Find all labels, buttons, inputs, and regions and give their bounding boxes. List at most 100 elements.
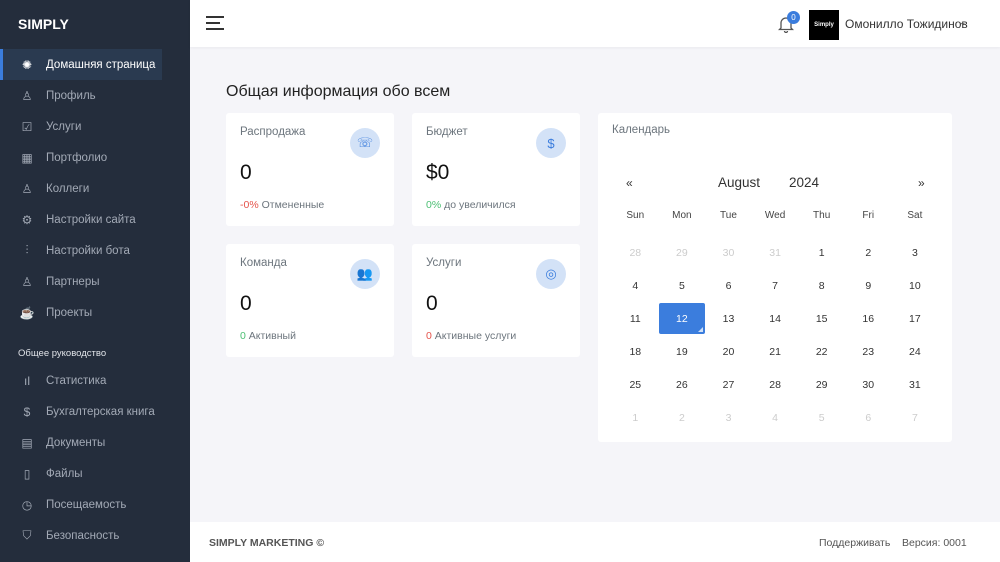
calendar-day[interactable]: 30 (705, 236, 752, 269)
nav-icon: ♙ (21, 274, 33, 289)
calendar-day[interactable]: 7 (892, 401, 939, 434)
card-value: 0 (426, 292, 438, 315)
nav-icon: ▦ (21, 150, 33, 165)
sidebar-item[interactable]: ▤ Документы (0, 427, 162, 458)
card-value: $0 (426, 161, 450, 184)
calendar-day[interactable]: 1 (612, 401, 659, 434)
calendar-day[interactable]: 20 (705, 335, 752, 368)
weekday-label: Sat (907, 209, 923, 221)
calendar-day[interactable]: 31 (752, 236, 799, 269)
nav-icon: ☕ (19, 305, 35, 320)
calendar-day[interactable]: 28 (612, 236, 659, 269)
calendar-day[interactable]: 26 (659, 368, 706, 401)
calendar-day[interactable]: 8 (798, 269, 845, 302)
sidebar-item[interactable]: ıl Статистика (0, 365, 162, 396)
stat-card: Команда 👥 0 0 Активный (226, 244, 394, 357)
calendar-day[interactable]: 2 (659, 401, 706, 434)
nav-icon: ☑ (21, 119, 33, 134)
calendar-day[interactable]: 6 (705, 269, 752, 302)
support-link[interactable]: Поддерживать (819, 537, 890, 549)
chevron-down-icon[interactable]: ⌄ (959, 17, 967, 28)
calendar-day[interactable]: 29 (659, 236, 706, 269)
footer-brand: SIMPLY MARKETING © (209, 537, 325, 549)
card-label: Команда (240, 257, 287, 269)
weekday-label: Wed (764, 209, 786, 221)
sidebar-item[interactable]: ⛉ Безопасность (0, 520, 162, 551)
sidebar-item[interactable]: ☑ Услуги (0, 111, 162, 142)
calendar-day[interactable]: 18 (612, 335, 659, 368)
card-note: Активный (248, 330, 296, 342)
calendar-day[interactable]: 3 (705, 401, 752, 434)
calendar-label: Календарь (612, 124, 671, 136)
sidebar-item-label: Услуги (46, 120, 82, 133)
calendar-day[interactable]: 5 (659, 269, 706, 302)
nav-icon: ♙ (21, 181, 33, 196)
calendar-day[interactable]: 10 (892, 269, 939, 302)
calendar-day[interactable]: 30 (845, 368, 892, 401)
calendar-day[interactable]: 6 (845, 401, 892, 434)
calendar-day[interactable]: 29 (798, 368, 845, 401)
sidebar-item[interactable]: ⚙ Настройки сайта (0, 204, 162, 235)
calendar-day[interactable]: 21 (752, 335, 799, 368)
sidebar-item[interactable]: ✺ Домашняя страница (0, 49, 162, 80)
sidebar-item[interactable]: ◷ Посещаемость (0, 489, 162, 520)
sidebar-item[interactable]: $ Бухгалтерская книга (0, 396, 162, 427)
calendar-day[interactable]: 5 (798, 401, 845, 434)
card-delta: 0% (426, 199, 442, 211)
card-note: до увеличился (444, 199, 516, 211)
weekday-label: Sun (626, 209, 645, 221)
sidebar-item[interactable]: ♙ Коллеги (0, 173, 162, 204)
calendar-day[interactable]: 27 (705, 368, 752, 401)
calendar-day[interactable]: 24 (892, 335, 939, 368)
year-select[interactable]: 2024 (789, 175, 819, 190)
calendar-day[interactable]: 1 (798, 236, 845, 269)
nav-icon: ♙ (21, 88, 33, 103)
notification-badge: 0 (787, 11, 800, 24)
topbar: 0 Simply Омонилло Тожидинов ⌄ (190, 0, 1000, 47)
sidebar-item[interactable]: ⫶ Настройки бота (0, 235, 162, 266)
card-value: 0 (240, 292, 252, 315)
calendar-day[interactable]: 2 (845, 236, 892, 269)
menu-toggle-icon[interactable] (206, 16, 224, 30)
avatar[interactable]: Simply (809, 10, 839, 40)
calendar-day[interactable]: 13 (705, 302, 752, 335)
calendar-day[interactable]: 16 (845, 302, 892, 335)
calendar-day[interactable]: 12 (658, 303, 706, 334)
calendar-day[interactable]: 25 (612, 368, 659, 401)
nav-icon: ⫶ (25, 243, 29, 257)
card-value: 0 (240, 161, 252, 184)
sidebar-item-label: Посещаемость (46, 498, 127, 511)
weekday-label: Fri (862, 209, 875, 221)
calendar-day[interactable]: 11 (612, 302, 659, 335)
calendar-day[interactable]: 19 (659, 335, 706, 368)
calendar-day[interactable]: 4 (752, 401, 799, 434)
calendar-day[interactable]: 4 (612, 269, 659, 302)
calendar-day[interactable]: 31 (892, 368, 939, 401)
card-delta: 0 (426, 330, 432, 342)
sidebar-item[interactable]: ☕ Проекты (0, 297, 162, 328)
calendar-day[interactable]: 23 (845, 335, 892, 368)
sidebar-item[interactable]: ▯ Файлы (0, 458, 162, 489)
calendar-day[interactable]: 15 (798, 302, 845, 335)
calendar-day[interactable]: 7 (752, 269, 799, 302)
calendar-day[interactable]: 14 (752, 302, 799, 335)
month-select[interactable]: August (718, 175, 760, 190)
sidebar-item[interactable]: ♙ Профиль (0, 80, 162, 111)
user-name[interactable]: Омонилло Тожидинов (845, 17, 968, 31)
sidebar-item[interactable]: ♙ Партнеры (0, 266, 162, 297)
calendar-day[interactable]: 17 (892, 302, 939, 335)
next-month-button[interactable]: » (918, 176, 925, 190)
prev-month-button[interactable]: « (626, 176, 633, 190)
card-icon: ◎ (536, 259, 566, 289)
sidebar-item[interactable]: ▦ Портфолио (0, 142, 162, 173)
calendar-day[interactable]: 9 (845, 269, 892, 302)
sidebar-item-label: Домашняя страница (46, 58, 156, 71)
calendar-day[interactable]: 28 (752, 368, 799, 401)
calendar-day[interactable]: 3 (892, 236, 939, 269)
sidebar-item-label: Статистика (46, 374, 107, 387)
calendar-card: Календарь « August 2024 » Sun Mon Tue Wed Th… (598, 113, 952, 442)
stat-card: Бюджет $ $0 0% до увеличился (412, 113, 580, 226)
card-label: Бюджет (426, 126, 468, 138)
sidebar-item-label: Портфолио (46, 151, 108, 164)
calendar-day[interactable]: 22 (798, 335, 845, 368)
